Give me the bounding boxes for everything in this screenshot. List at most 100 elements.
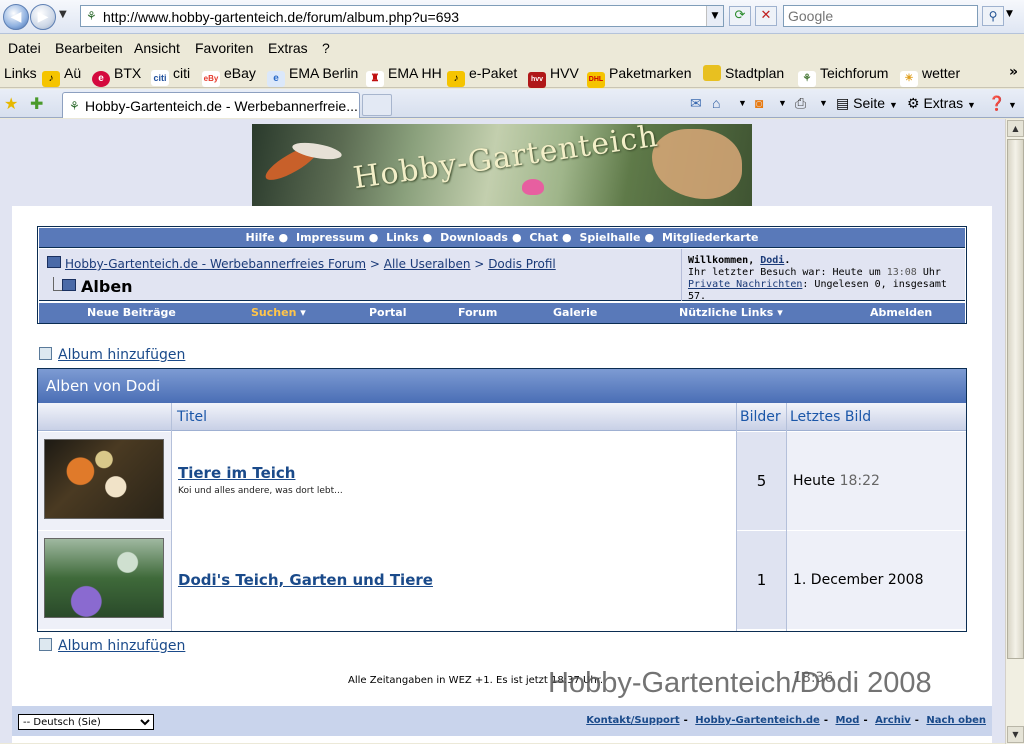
album-title-link[interactable]: Tiere im Teich: [178, 464, 295, 482]
stop-button[interactable]: ✕: [755, 6, 777, 26]
breadcrumb-links: Hobby-Gartenteich.de - Werbebannerfreies…: [65, 257, 556, 271]
link-btx[interactable]: e BTX: [92, 65, 141, 87]
top-links: Hilfe ● Impressum ● Links ● Downloads ● Chat…: [39, 228, 965, 248]
album-icon: [39, 638, 52, 651]
toplink-arcade[interactable]: Spielhalle: [579, 231, 640, 244]
add-album-link-top[interactable]: Album hinzufügen: [39, 347, 185, 363]
link-ema-berlin[interactable]: e EMA Berlin: [267, 65, 358, 87]
breadcrumb-forum[interactable]: Hobby-Gartenteich.de - Werbebannerfreies…: [65, 257, 366, 271]
search-field[interactable]: [783, 5, 978, 27]
link-hvv[interactable]: hvv HVV: [528, 65, 579, 88]
welcome-panel: Willkommen, Dodi. Ihr letzter Besuch war…: [681, 249, 965, 302]
breadcrumb-row: Hobby-Gartenteich.de - Werbebannerfreies…: [39, 249, 965, 302]
link-wetter[interactable]: ☀ wetter: [900, 65, 960, 87]
toplink-chat[interactable]: Chat: [529, 231, 558, 244]
album-thumbnail[interactable]: [44, 538, 164, 618]
column-last: Letztes Bild: [790, 409, 872, 425]
recent-pages-dropdown-icon[interactable]: ▼: [59, 9, 67, 20]
feeds-icon[interactable]: ✉: [690, 95, 702, 112]
favorites-star-icon[interactable]: ★: [4, 94, 18, 113]
toplink-help[interactable]: Hilfe: [246, 231, 275, 244]
scroll-down-icon[interactable]: ▼: [1007, 726, 1024, 743]
column-count: Bilder: [740, 409, 781, 425]
map-icon: [703, 65, 721, 81]
footer-link-contact[interactable]: Kontakt/Support: [586, 715, 679, 726]
link-citi[interactable]: citi citi: [151, 65, 190, 86]
footer-link-home[interactable]: Hobby-Gartenteich.de: [695, 715, 820, 726]
page-menu[interactable]: ▤ Seite ▼: [836, 95, 898, 112]
user-link[interactable]: Dodi: [760, 255, 784, 266]
search-options-dropdown-icon[interactable]: ▼: [1006, 9, 1013, 19]
subnav-gallery[interactable]: Galerie: [553, 303, 597, 323]
breadcrumb-profile[interactable]: Dodis Profil: [488, 257, 556, 271]
menu-help[interactable]: ?: [322, 40, 330, 56]
subnav-useful-links[interactable]: Nützliche Links ▾: [679, 303, 783, 323]
home-icon[interactable]: ⌂: [712, 95, 720, 111]
back-button[interactable]: ◀: [3, 4, 29, 30]
subnav-new-posts[interactable]: Neue Beiträge: [87, 303, 176, 323]
search-input[interactable]: [784, 6, 977, 26]
print-icon[interactable]: ⎙: [795, 95, 806, 112]
toplink-member-map[interactable]: Mitgliederkarte: [662, 231, 759, 244]
rss-icon[interactable]: ◙: [755, 95, 763, 111]
url-field[interactable]: ⚘ http://www.hobby-gartenteich.de/forum/…: [80, 5, 724, 27]
footer-link-mod[interactable]: Mod: [835, 715, 859, 726]
menu-favorites[interactable]: Favoriten: [195, 40, 253, 56]
url-text[interactable]: http://www.hobby-gartenteich.de/forum/al…: [103, 9, 459, 25]
menu-tools[interactable]: Extras: [268, 40, 308, 56]
forum-footer: -- Deutsch (Sie) Kontakt/Support - Hobby-…: [12, 706, 992, 736]
citi-icon: citi: [151, 70, 169, 86]
album-thumbnail[interactable]: [44, 439, 164, 519]
url-dropdown-icon[interactable]: ▼: [706, 6, 723, 26]
add-album-link-bottom[interactable]: Album hinzufügen: [39, 638, 185, 654]
subnav-portal[interactable]: Portal: [369, 303, 407, 323]
tab-title: Hobby-Gartenteich.de - Werbebannerfreie.…: [85, 98, 358, 114]
folder-tree-icon: [53, 277, 76, 291]
link-stadtplan[interactable]: Stadtplan: [703, 65, 784, 81]
chevron-more-icon[interactable]: »: [1009, 64, 1018, 80]
language-select[interactable]: -- Deutsch (Sie): [18, 714, 154, 730]
link-ebay[interactable]: eBy eBay: [202, 65, 256, 87]
help-icon[interactable]: ❓ ▼: [988, 95, 1017, 112]
refresh-button[interactable]: ⟳: [729, 6, 751, 26]
forum-banner[interactable]: Hobby-Gartenteich: [252, 124, 752, 206]
footer-link-top[interactable]: Nach oben: [926, 715, 986, 726]
hand-with-dragonfly-image: [652, 129, 742, 199]
address-bar: ◀ ▶ ▼ ⚘ http://www.hobby-gartenteich.de/…: [0, 0, 1024, 34]
forum-icon: ⚘: [798, 71, 816, 87]
scrollbar-thumb[interactable]: [1007, 139, 1024, 659]
breadcrumb-all-albums[interactable]: Alle Useralben: [384, 257, 471, 271]
subnav-logout[interactable]: Abmelden: [870, 303, 932, 323]
print-dropdown-icon[interactable]: ▼: [819, 98, 828, 108]
new-tab-button[interactable]: [362, 94, 392, 116]
link-ema-hh[interactable]: ♜ EMA HH: [366, 65, 442, 87]
album-title-link[interactable]: Dodi's Teich, Garten und Tiere: [178, 571, 433, 589]
link-paketmarken[interactable]: DHL Paketmarken: [587, 65, 691, 88]
subnav-forum[interactable]: Forum: [458, 303, 497, 323]
private-messages-link[interactable]: Private Nachrichten: [688, 279, 802, 290]
rss-dropdown-icon[interactable]: ▼: [778, 98, 787, 108]
footer-link-archive[interactable]: Archiv: [875, 715, 911, 726]
ebay-icon: eBy: [202, 71, 220, 87]
menu-file[interactable]: Datei: [8, 40, 41, 56]
link-aue[interactable]: ♪ Aü: [42, 65, 81, 87]
add-favorite-icon[interactable]: ✚: [30, 94, 43, 113]
search-icon[interactable]: ⚲: [982, 6, 1004, 26]
link-teichforum[interactable]: ⚘ Teichforum: [798, 65, 888, 87]
tools-menu[interactable]: ⚙ Extras ▼: [907, 95, 976, 112]
tab-active[interactable]: ⚘ Hobby-Gartenteich.de - Werbebannerfrei…: [62, 92, 360, 118]
scroll-up-icon[interactable]: ▲: [1007, 120, 1024, 137]
subnav-search[interactable]: Suchen ▾: [251, 303, 306, 323]
menu-view[interactable]: Ansicht: [134, 40, 180, 56]
post-horn-icon: ♪: [447, 71, 465, 87]
forward-button[interactable]: ▶: [30, 4, 56, 30]
toplink-links[interactable]: Links: [386, 231, 418, 244]
forum-home-icon[interactable]: [47, 256, 61, 268]
toplink-imprint[interactable]: Impressum: [296, 231, 365, 244]
link-e-paket[interactable]: ♪ e-Paket: [447, 65, 517, 87]
watermark-text: Hobby-Gartenteich/Dodi 2008: [548, 667, 932, 699]
toplink-downloads[interactable]: Downloads: [440, 231, 508, 244]
vertical-scrollbar[interactable]: ▲ ▼: [1005, 119, 1024, 744]
home-dropdown-icon[interactable]: ▼: [738, 98, 747, 108]
menu-edit[interactable]: Bearbeiten: [55, 40, 123, 56]
